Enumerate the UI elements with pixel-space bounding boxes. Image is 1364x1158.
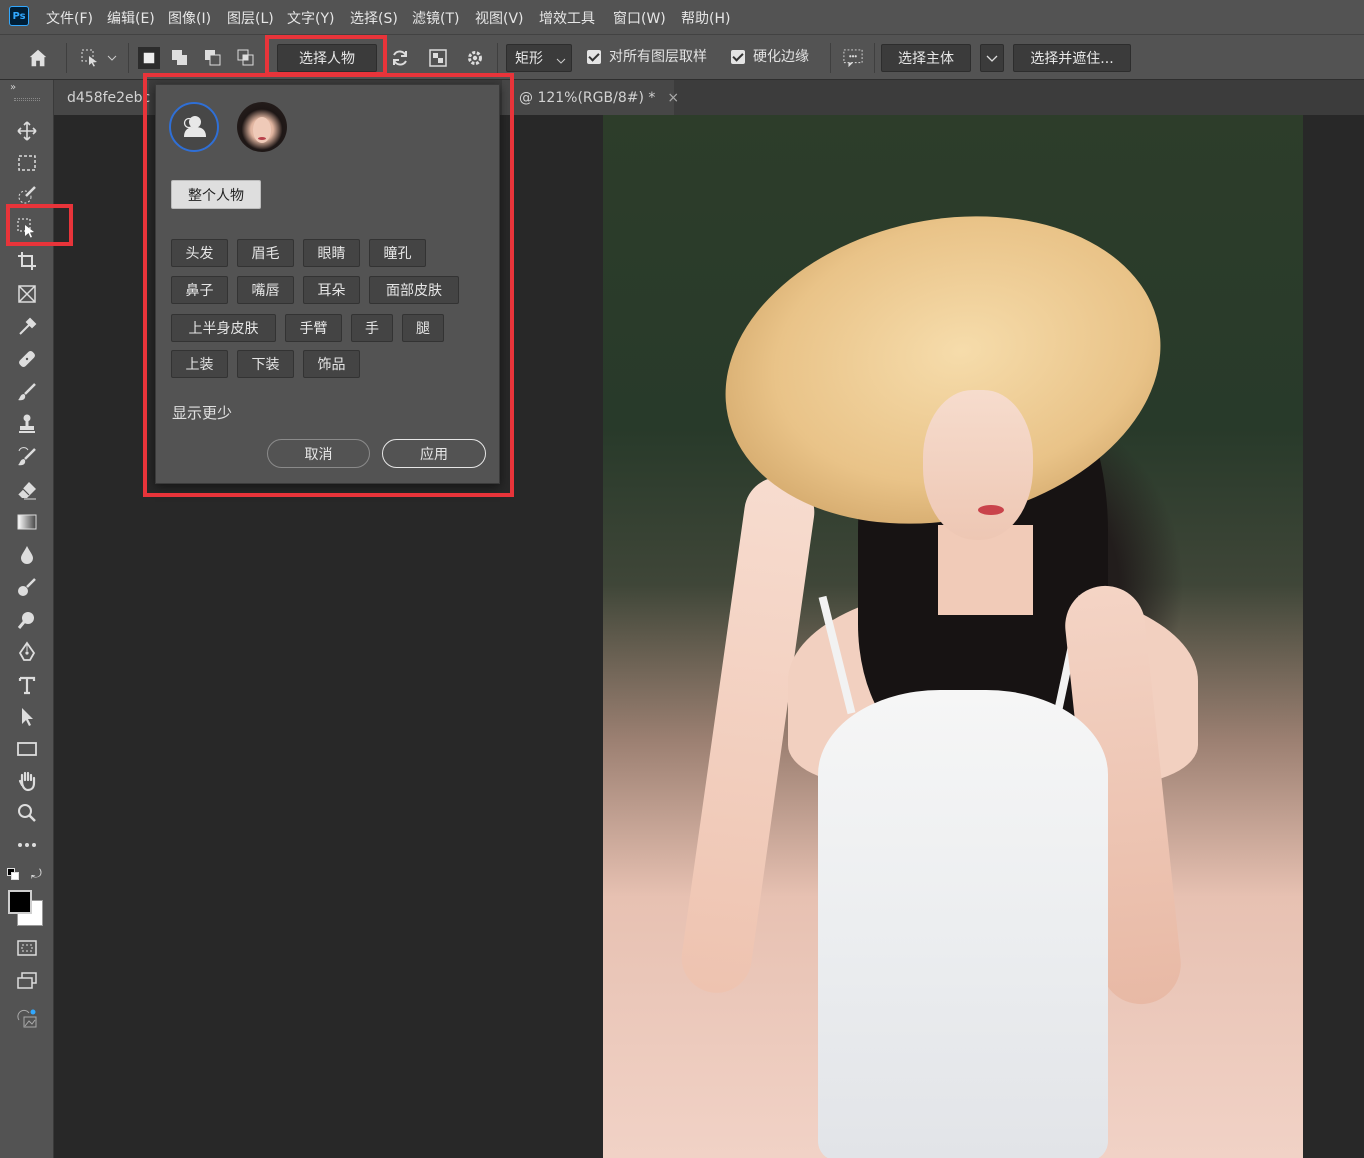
select-subject-dropdown[interactable]: [980, 44, 1004, 72]
move-tool-icon[interactable]: [12, 118, 42, 144]
document-tab-2-title: @ 121%(RGB/8#) *: [519, 89, 656, 106]
menu-view[interactable]: 视图(V): [475, 8, 524, 28]
type-tool-icon[interactable]: [12, 672, 42, 698]
dodge-tool-icon[interactable]: [12, 574, 42, 600]
menu-plugins[interactable]: 增效工具: [539, 8, 595, 28]
new-selection-icon[interactable]: [138, 47, 160, 69]
select-subject-label: 选择主体: [898, 51, 954, 67]
refresh-icon[interactable]: [390, 48, 410, 68]
swap-colors-icon[interactable]: ⤾: [31, 867, 42, 882]
image-adjust-icon[interactable]: [12, 1006, 42, 1032]
eyedropper-tool-icon[interactable]: [12, 314, 42, 340]
quick-mask-icon[interactable]: [12, 935, 42, 961]
blur-tool-icon[interactable]: [12, 542, 42, 568]
shape-mode-value: 矩形: [515, 51, 543, 67]
overlay-icon[interactable]: [428, 48, 448, 68]
menu-file[interactable]: 文件(F): [46, 8, 93, 28]
document-image[interactable]: [603, 115, 1303, 1158]
menu-filter[interactable]: 滤镜(T): [412, 8, 459, 28]
pen-tool-icon[interactable]: [12, 639, 42, 665]
path-selection-tool-icon[interactable]: [12, 704, 42, 730]
clone-stamp-tool-icon[interactable]: [12, 411, 42, 437]
document-tab-1-title: d458fe2ebc: [67, 89, 151, 106]
sample-all-layers-checkbox[interactable]: [587, 50, 601, 64]
menu-select[interactable]: 选择(S): [350, 8, 398, 28]
rectangle-tool-icon[interactable]: [12, 736, 42, 762]
menu-edit[interactable]: 编辑(E): [107, 8, 155, 28]
hard-edge-checkbox[interactable]: [731, 50, 745, 64]
menu-layer[interactable]: 图层(L): [227, 8, 274, 28]
chevron-down-icon: [556, 54, 566, 70]
screen-mode-icon[interactable]: [12, 968, 42, 994]
menu-window[interactable]: 窗口(W): [613, 8, 666, 28]
zoom-lens-icon[interactable]: [12, 607, 42, 633]
eraser-tool-icon[interactable]: [12, 477, 42, 503]
select-and-mask-label: 选择并遮住...: [1030, 51, 1114, 67]
home-icon[interactable]: [26, 46, 50, 70]
gradient-tool-icon[interactable]: [12, 509, 42, 535]
select-subject-button[interactable]: 选择主体: [881, 44, 971, 72]
document-tab-1[interactable]: d458fe2ebc: [54, 80, 151, 115]
hard-edge-label: 硬化边缘: [753, 49, 809, 65]
gear-icon[interactable]: [465, 48, 485, 68]
healing-brush-tool-icon[interactable]: [12, 346, 42, 372]
frame-tool-icon[interactable]: [12, 281, 42, 307]
collapse-chevron-icon[interactable]: »: [10, 82, 16, 93]
intersect-selection-icon[interactable]: [236, 48, 256, 68]
add-to-selection-icon[interactable]: [170, 48, 190, 68]
crop-tool-icon[interactable]: [12, 248, 42, 274]
more-tools-icon[interactable]: [12, 832, 42, 858]
zoom-tool-icon[interactable]: [12, 800, 42, 826]
chevron-down-icon[interactable]: [106, 48, 118, 68]
close-tab-icon[interactable]: ×: [667, 90, 679, 106]
menu-type[interactable]: 文字(Y): [287, 8, 334, 28]
select-and-mask-button[interactable]: 选择并遮住...: [1013, 44, 1131, 72]
brush-tool-icon[interactable]: [12, 379, 42, 405]
subtract-from-selection-icon[interactable]: [203, 48, 223, 68]
menu-bar: Ps 文件(F) 编辑(E) 图像(I) 图层(L) 文字(Y) 选择(S) 滤…: [0, 0, 1364, 34]
hand-tool-icon[interactable]: [12, 768, 42, 794]
foreground-color-swatch[interactable]: [8, 890, 32, 914]
menu-help[interactable]: 帮助(H): [681, 8, 730, 28]
highlight-select-person: [265, 35, 387, 76]
default-colors-icon[interactable]: [7, 868, 19, 880]
feedback-icon[interactable]: [843, 49, 863, 69]
photoshop-logo: Ps: [9, 6, 29, 26]
object-selection-preset-icon[interactable]: [80, 48, 100, 68]
document-tab-2[interactable]: @ 121%(RGB/8#) * ×: [502, 80, 679, 115]
shape-mode-select[interactable]: 矩形: [506, 44, 572, 72]
panel-grip[interactable]: [14, 98, 40, 101]
history-brush-tool-icon[interactable]: [12, 444, 42, 470]
highlight-object-selection-tool: [6, 204, 73, 246]
menu-image[interactable]: 图像(I): [168, 8, 211, 28]
highlight-panel: [143, 73, 514, 497]
marquee-tool-icon[interactable]: [12, 150, 42, 176]
chevron-down-icon: [986, 55, 998, 62]
sample-all-layers-label: 对所有图层取样: [609, 49, 707, 65]
